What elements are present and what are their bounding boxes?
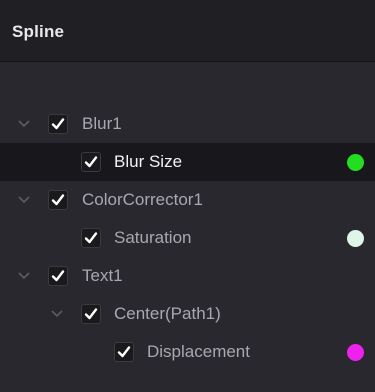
checkmark-icon — [51, 270, 65, 282]
tree-row-label: Displacement — [147, 342, 250, 361]
tree-row-label: Center(Path1) — [114, 304, 221, 323]
tree-row-label: Blur Size — [114, 152, 183, 171]
displacement-checkbox[interactable] — [114, 342, 134, 362]
text1-checkbox[interactable] — [48, 266, 68, 286]
checkmark-icon — [51, 118, 65, 130]
tree-row-blur-size[interactable]: Blur Size — [0, 143, 375, 181]
spline-panel: Spline Blur1 Blur Size ColorCorrector1 S… — [0, 0, 375, 392]
tree-row-colorcorrector1[interactable]: ColorCorrector1 — [0, 181, 375, 219]
curve-color-swatch — [347, 154, 364, 171]
panel-title: Spline — [12, 22, 65, 41]
tree-row-text1[interactable]: Text1 — [0, 257, 375, 295]
checkmark-icon — [51, 194, 65, 206]
saturation-checkbox[interactable] — [81, 228, 101, 248]
tree-row-label: Text1 — [82, 266, 123, 285]
chevron-down-icon[interactable] — [16, 268, 32, 284]
checkmark-icon — [84, 308, 98, 320]
checkmark-icon — [84, 232, 98, 244]
curve-color-swatch — [347, 230, 364, 247]
colorcorrector1-checkbox[interactable] — [48, 190, 68, 210]
tree-row-label: Blur1 — [82, 114, 122, 133]
chevron-down-icon[interactable] — [16, 192, 32, 208]
tree-row-displacement[interactable]: Displacement — [0, 333, 375, 371]
curve-color-swatch — [347, 344, 364, 361]
spline-tree: Blur1 Blur Size ColorCorrector1 Saturati… — [0, 105, 375, 371]
checkmark-icon — [117, 346, 131, 358]
checkmark-icon — [84, 156, 98, 168]
chevron-down-icon[interactable] — [49, 306, 65, 322]
tree-row-saturation[interactable]: Saturation — [0, 219, 375, 257]
tree-row-label: ColorCorrector1 — [82, 190, 203, 209]
tree-row-blur1[interactable]: Blur1 — [0, 105, 375, 143]
blur-size-checkbox[interactable] — [81, 152, 101, 172]
tree-row-label: Saturation — [114, 228, 192, 247]
panel-header: Spline — [0, 0, 375, 62]
center-path1-checkbox[interactable] — [81, 304, 101, 324]
chevron-down-icon[interactable] — [16, 116, 32, 132]
tree-row-center-path1[interactable]: Center(Path1) — [0, 295, 375, 333]
blur1-checkbox[interactable] — [48, 114, 68, 134]
